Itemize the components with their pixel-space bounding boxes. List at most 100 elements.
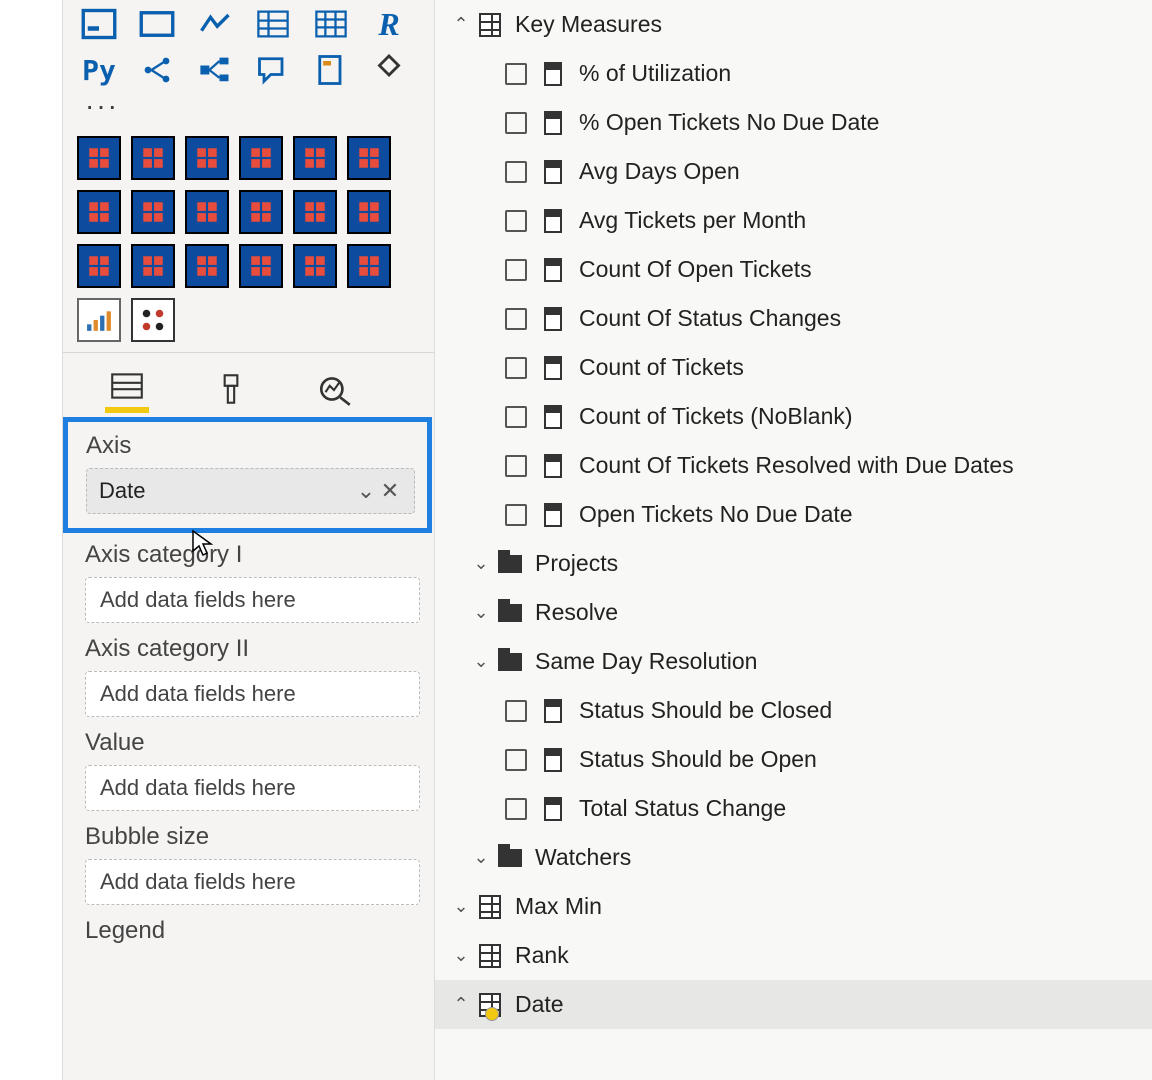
measure-item[interactable]: Avg Days Open xyxy=(435,147,1152,196)
viz-type-row-1: R xyxy=(63,0,434,44)
folder-node-projects[interactable]: ⌄ Projects xyxy=(435,539,1152,588)
custom-visual-tile[interactable] xyxy=(77,190,121,234)
table-visual-icon[interactable] xyxy=(251,4,295,44)
checkbox[interactable] xyxy=(505,455,527,477)
canvas-spacer xyxy=(0,0,63,1080)
custom-visual-tile[interactable] xyxy=(77,244,121,288)
expand-icon: ⌄ xyxy=(467,651,495,672)
measure-item[interactable]: Status Should be Closed xyxy=(435,686,1152,735)
table-node-rank[interactable]: ⌄ Rank xyxy=(435,931,1152,980)
custom-visual-tile[interactable] xyxy=(293,244,337,288)
checkbox[interactable] xyxy=(505,259,527,281)
custom-visual-tile[interactable] xyxy=(131,244,175,288)
table-label: Key Measures xyxy=(515,11,662,38)
measure-item[interactable]: Open Tickets No Due Date xyxy=(435,490,1152,539)
custom-visual-tile[interactable] xyxy=(185,136,229,180)
checkbox[interactable] xyxy=(505,63,527,85)
custom-visual-tile[interactable] xyxy=(239,244,283,288)
measure-item[interactable]: % Open Tickets No Due Date xyxy=(435,98,1152,147)
custom-visual-tile[interactable] xyxy=(347,244,391,288)
measure-item[interactable]: % of Utilization xyxy=(435,49,1152,98)
folder-node-same-day[interactable]: ⌄ Same Day Resolution xyxy=(435,637,1152,686)
table-label: Rank xyxy=(515,942,569,969)
qa-visual-icon[interactable] xyxy=(251,50,295,90)
checkbox[interactable] xyxy=(505,357,527,379)
measure-icon xyxy=(541,748,565,772)
checkbox[interactable] xyxy=(505,749,527,771)
r-visual-icon[interactable]: R xyxy=(367,4,411,44)
custom-visual-tile[interactable] xyxy=(77,136,121,180)
folder-node-watchers[interactable]: ⌄ Watchers xyxy=(435,833,1152,882)
expand-icon: ⌄ xyxy=(467,602,495,623)
decomposition-tree-icon[interactable] xyxy=(193,50,237,90)
measure-icon xyxy=(541,258,565,282)
checkbox[interactable] xyxy=(505,161,527,183)
table-node-maxmin[interactable]: ⌄ Max Min xyxy=(435,882,1152,931)
custom-visual-tile[interactable] xyxy=(131,190,175,234)
checkbox[interactable] xyxy=(505,700,527,722)
drop-zone[interactable]: Add data fields here xyxy=(85,577,420,623)
custom-visual-tile[interactable] xyxy=(347,136,391,180)
measure-icon xyxy=(541,503,565,527)
custom-visual-tile[interactable] xyxy=(77,298,121,342)
folder-label: Watchers xyxy=(535,844,631,871)
measure-item[interactable]: Count of Tickets (NoBlank) xyxy=(435,392,1152,441)
matrix-visual-icon[interactable] xyxy=(309,4,353,44)
table-node-key-measures[interactable]: ⌃ Key Measures xyxy=(435,0,1152,49)
remove-field-icon[interactable]: ✕ xyxy=(378,478,402,504)
checkbox[interactable] xyxy=(505,112,527,134)
drop-zone[interactable]: Add data fields here xyxy=(85,765,420,811)
analytics-tab[interactable] xyxy=(313,365,357,413)
key-influencers-icon[interactable] xyxy=(135,50,179,90)
python-visual-icon[interactable]: Py xyxy=(77,50,121,90)
collapse-icon: ⌃ xyxy=(447,994,475,1015)
measure-item[interactable]: Count Of Open Tickets xyxy=(435,245,1152,294)
visualizations-panel: R Py ··· xyxy=(63,0,435,1080)
drop-zone[interactable]: Add data fields here xyxy=(85,859,420,905)
checkbox[interactable] xyxy=(505,210,527,232)
expand-icon: ⌄ xyxy=(447,945,475,966)
custom-visual-tile[interactable] xyxy=(131,136,175,180)
well-label-axis-cat-2: Axis category II xyxy=(85,635,420,663)
field-pill-date[interactable]: Date ⌄ ✕ xyxy=(86,468,415,514)
custom-visual-tile[interactable] xyxy=(347,190,391,234)
custom-visual-tile[interactable] xyxy=(293,136,337,180)
more-visuals-ellipsis[interactable]: ··· xyxy=(63,90,434,128)
custom-visual-tile[interactable] xyxy=(185,244,229,288)
table-node-date[interactable]: ⌃ Date xyxy=(435,980,1152,1029)
custom-visual-tile[interactable] xyxy=(185,190,229,234)
measure-item[interactable]: Count Of Tickets Resolved with Due Dates xyxy=(435,441,1152,490)
measure-item[interactable]: Total Status Change xyxy=(435,784,1152,833)
checkbox[interactable] xyxy=(505,798,527,820)
well-label-bubble: Bubble size xyxy=(85,823,420,851)
custom-visual-icon[interactable] xyxy=(367,50,411,90)
checkbox[interactable] xyxy=(505,504,527,526)
custom-visuals-grid xyxy=(63,128,434,352)
measure-item[interactable]: Status Should be Open xyxy=(435,735,1152,784)
kpi-visual-icon[interactable] xyxy=(193,4,237,44)
checkbox[interactable] xyxy=(505,308,527,330)
measure-item[interactable]: Count Of Status Changes xyxy=(435,294,1152,343)
custom-visual-tile[interactable] xyxy=(239,136,283,180)
measure-item[interactable]: Count of Tickets xyxy=(435,343,1152,392)
measure-icon xyxy=(541,209,565,233)
well-label-legend: Legend xyxy=(85,917,420,945)
fields-tab[interactable] xyxy=(105,365,149,413)
folder-icon xyxy=(495,849,525,867)
measure-icon xyxy=(541,699,565,723)
multirow-card-icon[interactable] xyxy=(135,4,179,44)
custom-visual-tile[interactable] xyxy=(239,190,283,234)
custom-visual-tile[interactable] xyxy=(131,298,175,342)
paginated-report-icon[interactable] xyxy=(309,50,353,90)
measure-icon xyxy=(541,356,565,380)
custom-visual-tile[interactable] xyxy=(293,190,337,234)
measure-item[interactable]: Avg Tickets per Month xyxy=(435,196,1152,245)
card-visual-icon[interactable] xyxy=(77,4,121,44)
checkbox[interactable] xyxy=(505,406,527,428)
expand-icon: ⌄ xyxy=(447,896,475,917)
drop-zone[interactable]: Add data fields here xyxy=(85,671,420,717)
format-tab[interactable] xyxy=(209,365,253,413)
field-well-axis: Axis Date ⌄ ✕ xyxy=(63,417,432,533)
folder-node-resolve[interactable]: ⌄ Resolve xyxy=(435,588,1152,637)
chevron-down-icon[interactable]: ⌄ xyxy=(354,478,378,504)
